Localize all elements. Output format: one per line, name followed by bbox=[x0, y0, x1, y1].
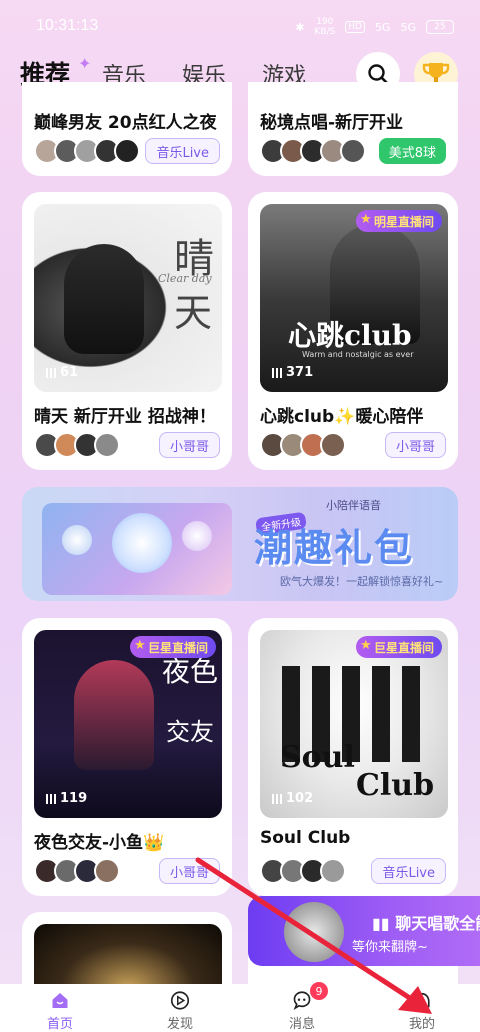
message-badge: 9 bbox=[310, 982, 328, 1000]
status-time: 10:31:13 bbox=[36, 17, 99, 34]
signal-5g-icon-1: 5G bbox=[374, 20, 391, 34]
room-tag: 音乐Live bbox=[145, 138, 220, 164]
floating-promo[interactable]: ▮▮ 聊天唱歌全能 等你来翻牌~ bbox=[248, 896, 480, 966]
promo-line1: ▮▮ 聊天唱歌全能 bbox=[372, 914, 480, 933]
play-circle-icon bbox=[170, 991, 190, 1010]
cover-title-2: 交友 bbox=[166, 718, 214, 746]
nav-profile[interactable]: 我的 bbox=[392, 984, 452, 1032]
listener-count: 102 bbox=[272, 791, 313, 806]
room-tag: 音乐Live bbox=[371, 858, 446, 884]
audio-bars-icon bbox=[272, 793, 282, 804]
promo-banner[interactable]: 全新升级 小陪伴语音 潮趣礼包 欧气大爆发！一起解锁惊喜好礼~ bbox=[22, 487, 458, 601]
audio-bars-icon: ▮▮ bbox=[372, 914, 396, 933]
banner-brand: 小陪伴语音 bbox=[326, 499, 381, 512]
banner-title: 潮趣礼包 bbox=[254, 526, 415, 570]
listener-count: 61 bbox=[46, 365, 78, 380]
cover-portrait bbox=[74, 660, 154, 770]
room-cover: 夜色 交友 巨星直播间 119 bbox=[34, 630, 222, 818]
signal-5g-icon-2: 5G bbox=[400, 20, 416, 34]
home-icon bbox=[52, 993, 68, 1008]
audio-bars-icon bbox=[46, 793, 56, 804]
audio-bars-icon bbox=[46, 367, 56, 378]
battery-icon: 25 bbox=[426, 20, 454, 34]
room-title: 秘境点唱-新厅开业 bbox=[260, 113, 404, 133]
room-cover: 心跳club Warm and nostalgic as ever 明星直播间 … bbox=[260, 204, 448, 392]
cover-title: Soul bbox=[280, 740, 355, 775]
avatar-group bbox=[260, 432, 346, 458]
status-bar: 10:31:13 ✱ 190 KB/S HD 5G 5G 25 bbox=[0, 0, 480, 52]
banner-subtitle: 欧气大爆发！一起解锁惊喜好礼~ bbox=[280, 575, 444, 588]
sparkle-icon: ✦ bbox=[78, 54, 92, 73]
room-cover: Soul Club 巨星直播间 102 bbox=[260, 630, 448, 818]
avatar bbox=[320, 432, 346, 458]
avatar-group bbox=[260, 138, 366, 164]
room-title: 晴天 新厅开业 招战神！ bbox=[34, 407, 216, 427]
room-title: 巅峰男友 20点红人之夜 bbox=[34, 113, 217, 133]
avatar-group bbox=[34, 138, 140, 164]
avatar bbox=[114, 138, 140, 164]
cover-title-2: Club bbox=[356, 768, 435, 803]
cover-subtitle: Clear day bbox=[158, 272, 212, 285]
nav-discover[interactable]: 发现 bbox=[150, 984, 210, 1032]
room-card[interactable]: 心跳club Warm and nostalgic as ever 明星直播间 … bbox=[248, 192, 458, 470]
bluetooth-icon: ✱ bbox=[295, 20, 305, 34]
promo-line2: 等你来翻牌~ bbox=[352, 940, 428, 955]
superstar-live-badge: 巨星直播间 bbox=[355, 636, 442, 658]
listener-count: 119 bbox=[46, 791, 87, 806]
room-tag: 小哥哥 bbox=[158, 858, 220, 884]
room-tag: 美式8球 bbox=[378, 138, 446, 164]
avatar-group bbox=[34, 432, 120, 458]
gift-box-image bbox=[42, 503, 232, 595]
status-icons: ✱ 190 KB/S HD 5G 5G 25 bbox=[295, 17, 454, 37]
room-card[interactable]: Soul Club 巨星直播间 102 Soul Club 音乐Live bbox=[248, 618, 458, 896]
nav-home[interactable]: 首页 bbox=[30, 984, 90, 1032]
promo-avatar bbox=[284, 902, 344, 962]
room-title: 夜色交友-小鱼👑 bbox=[34, 833, 165, 853]
cover-title-2: 天 bbox=[174, 291, 213, 335]
superstar-live-badge: 巨星直播间 bbox=[129, 636, 216, 658]
room-card[interactable]: 晴 天 Clear day 61 晴天 新厅开业 招战神！ 小哥哥 bbox=[22, 192, 232, 470]
cover-subtitle: Warm and nostalgic as ever bbox=[302, 350, 414, 359]
room-title: 心跳club✨暖心陪伴 bbox=[260, 407, 424, 427]
avatar bbox=[320, 858, 346, 884]
room-tag: 小哥哥 bbox=[384, 432, 446, 458]
room-card[interactable]: 秘境点唱-新厅开业 美式8球 bbox=[248, 82, 458, 176]
avatar bbox=[340, 138, 366, 164]
avatar-group bbox=[34, 858, 120, 884]
net-speed: 190 KB/S bbox=[314, 17, 336, 37]
bottom-nav: 首页 发现 9 消息 我的 bbox=[0, 982, 480, 1032]
room-card[interactable]: 巅峰男友 20点红人之夜 音乐Live bbox=[22, 82, 232, 176]
profile-face-icon bbox=[414, 993, 430, 1008]
room-cover: 晴 天 Clear day 61 bbox=[34, 204, 222, 392]
cover-title: 心跳club bbox=[288, 319, 412, 352]
audio-bars-icon bbox=[272, 367, 282, 378]
avatar-group bbox=[260, 858, 346, 884]
room-tag: 小哥哥 bbox=[158, 432, 220, 458]
star-live-badge: 明星直播间 bbox=[355, 210, 442, 232]
room-card[interactable]: 夜色 交友 巨星直播间 119 夜色交友-小鱼👑 小哥哥 bbox=[22, 618, 232, 896]
cover-portrait bbox=[64, 244, 144, 354]
avatar bbox=[94, 432, 120, 458]
hd-icon: HD bbox=[345, 21, 365, 33]
room-title: Soul Club bbox=[260, 828, 351, 848]
avatar bbox=[94, 858, 120, 884]
listener-count: 371 bbox=[272, 365, 313, 380]
nav-messages[interactable]: 9 消息 bbox=[272, 982, 332, 1032]
